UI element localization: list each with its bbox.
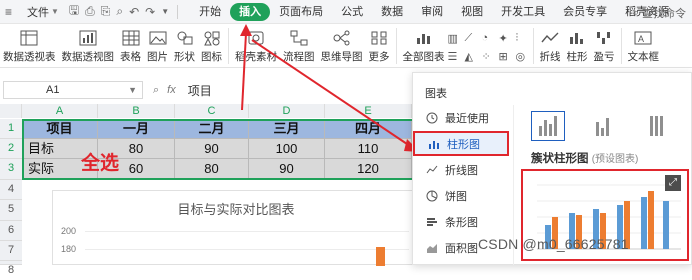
subtype-title: 簇状柱形图 (预设图表) — [531, 150, 638, 166]
category-label: 条形图 — [445, 216, 478, 229]
clustered-column-thumb[interactable] — [531, 111, 565, 141]
category-line[interactable]: 折线图 — [413, 157, 509, 182]
subtype-name: 簇状柱形图 — [531, 153, 589, 165]
category-label: 饼图 — [445, 190, 467, 203]
stacked-column-thumb[interactable] — [585, 111, 619, 141]
expand-icon[interactable]: ⤢ — [665, 175, 681, 191]
bar-chart-icon — [427, 138, 441, 150]
category-column[interactable]: 柱形图 — [413, 131, 509, 156]
area-chart-icon — [425, 242, 439, 254]
category-label: 折线图 — [445, 164, 478, 177]
subtype-note: (预设图表) — [591, 154, 639, 165]
category-label: 最近使用 — [445, 112, 489, 125]
category-bar[interactable]: 条形图 — [413, 209, 509, 234]
watermark: CSDN @m0_66625781 — [478, 236, 629, 252]
chart-subtype-list — [531, 111, 673, 141]
hbar-chart-icon — [425, 216, 439, 228]
pie-chart-icon — [425, 190, 439, 202]
percent-column-thumb[interactable] — [639, 111, 673, 141]
category-label: 柱形图 — [447, 138, 480, 151]
category-label: 面积图 — [445, 242, 478, 255]
category-pie[interactable]: 饼图 — [413, 183, 509, 208]
line-chart-icon — [425, 164, 439, 176]
clock-icon — [425, 112, 439, 124]
panel-title: 图表 — [425, 88, 447, 100]
category-recent[interactable]: 最近使用 — [413, 105, 509, 130]
